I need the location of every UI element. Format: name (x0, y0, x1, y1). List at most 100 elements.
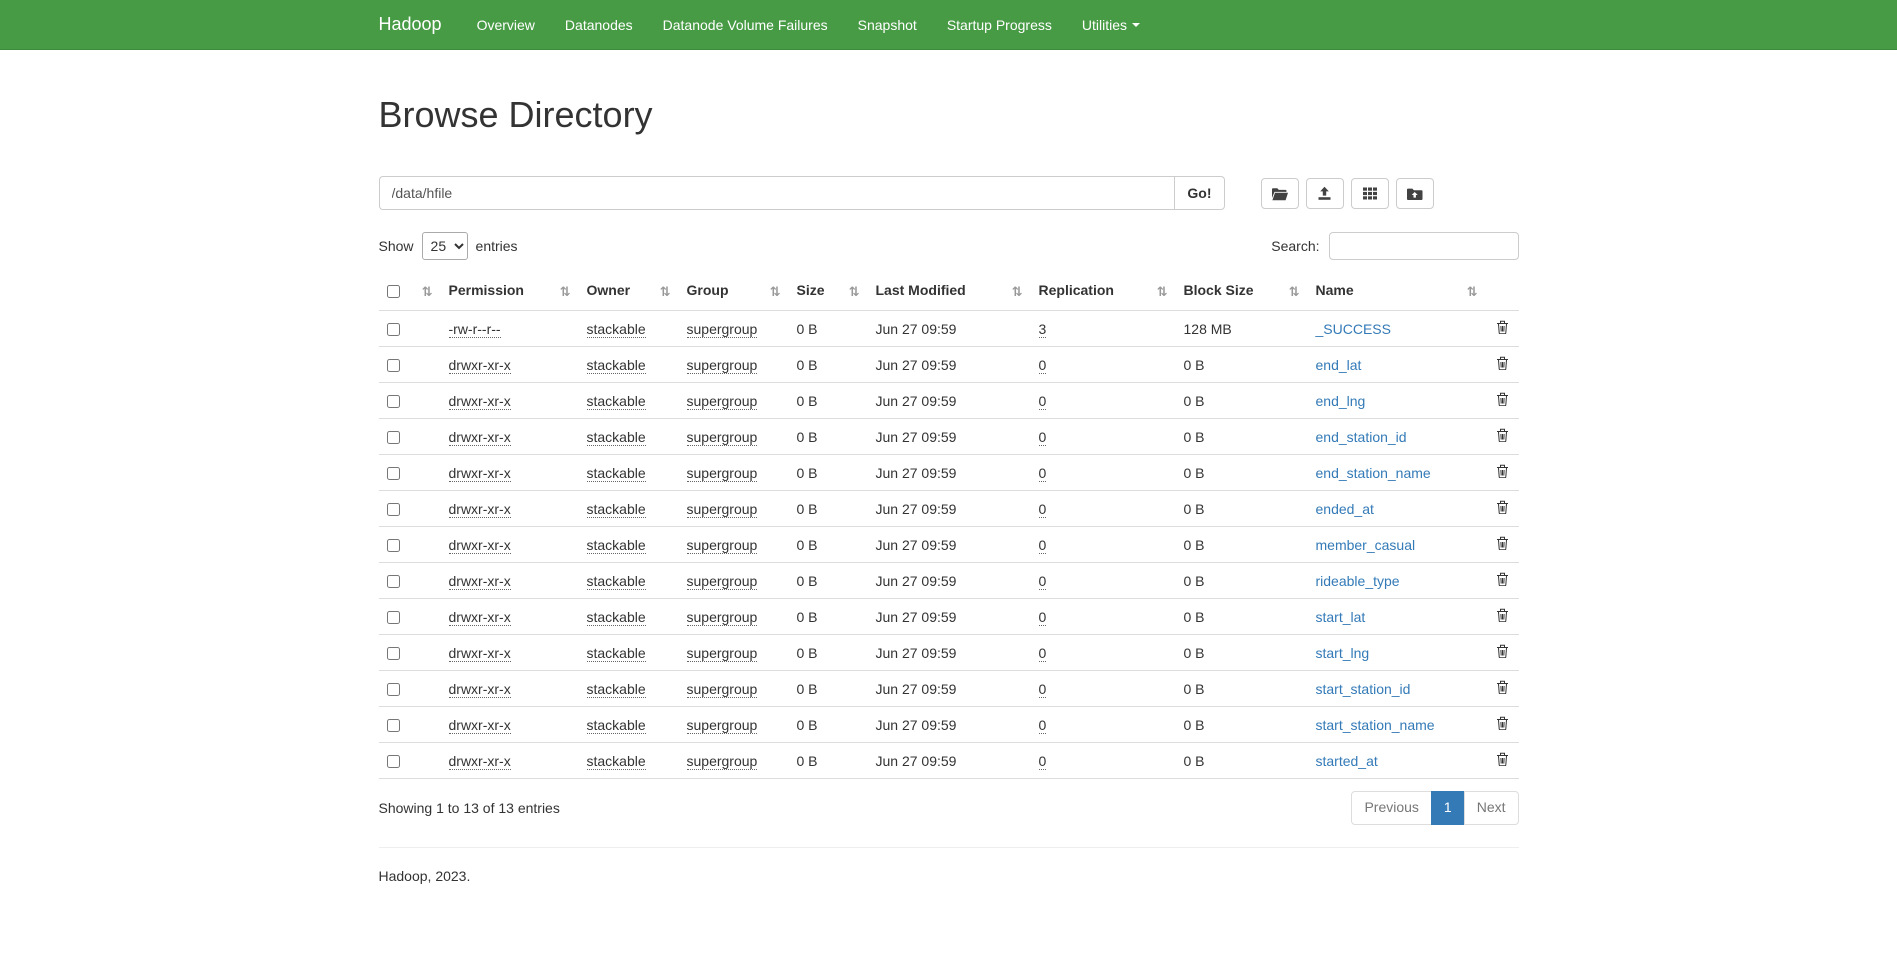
permission-value[interactable]: drwxr-xr-x (449, 501, 511, 518)
column-header-last-modified[interactable]: Last Modified (868, 274, 1031, 311)
owner-value[interactable]: stackable (587, 717, 646, 734)
delete-button[interactable] (1496, 752, 1509, 766)
row-checkbox[interactable] (387, 683, 400, 696)
replication-value[interactable]: 0 (1039, 573, 1047, 590)
permission-value[interactable]: drwxr-xr-x (449, 717, 511, 734)
file-name-link[interactable]: rideable_type (1316, 573, 1400, 589)
replication-value[interactable]: 3 (1039, 321, 1047, 338)
row-checkbox[interactable] (387, 575, 400, 588)
file-name-link[interactable]: _SUCCESS (1316, 321, 1391, 337)
file-name-link[interactable]: end_station_name (1316, 465, 1431, 481)
move-to-folder-button[interactable] (1396, 178, 1434, 209)
file-name-link[interactable]: ended_at (1316, 501, 1374, 517)
delete-button[interactable] (1496, 644, 1509, 658)
nav-datanodes[interactable]: Datanodes (550, 0, 648, 49)
group-value[interactable]: supergroup (687, 645, 758, 662)
group-value[interactable]: supergroup (687, 321, 758, 338)
file-name-link[interactable]: end_station_id (1316, 429, 1407, 445)
row-checkbox[interactable] (387, 539, 400, 552)
group-value[interactable]: supergroup (687, 609, 758, 626)
pagination-next-button[interactable]: Next (1464, 791, 1519, 825)
file-name-link[interactable]: start_lng (1316, 645, 1370, 661)
file-name-link[interactable]: start_station_id (1316, 681, 1411, 697)
replication-value[interactable]: 0 (1039, 501, 1047, 518)
column-header-name[interactable]: Name (1308, 274, 1486, 311)
delete-button[interactable] (1496, 716, 1509, 730)
permission-value[interactable]: drwxr-xr-x (449, 537, 511, 554)
owner-value[interactable]: stackable (587, 501, 646, 518)
file-name-link[interactable]: end_lat (1316, 357, 1362, 373)
nav-startup-progress[interactable]: Startup Progress (932, 0, 1067, 49)
owner-value[interactable]: stackable (587, 609, 646, 626)
row-checkbox[interactable] (387, 503, 400, 516)
group-value[interactable]: supergroup (687, 429, 758, 446)
group-value[interactable]: supergroup (687, 501, 758, 518)
pagination-previous-button[interactable]: Previous (1351, 791, 1431, 825)
owner-value[interactable]: stackable (587, 393, 646, 410)
go-button[interactable]: Go! (1174, 176, 1224, 210)
column-header-replication[interactable]: Replication (1031, 274, 1176, 311)
permission-value[interactable]: drwxr-xr-x (449, 465, 511, 482)
owner-value[interactable]: stackable (587, 681, 646, 698)
permission-value[interactable]: -rw-r--r-- (449, 321, 501, 338)
row-checkbox[interactable] (387, 467, 400, 480)
upload-files-button[interactable] (1306, 178, 1344, 209)
nav-datanode-volume-failures[interactable]: Datanode Volume Failures (648, 0, 843, 49)
replication-value[interactable]: 0 (1039, 645, 1047, 662)
delete-button[interactable] (1496, 428, 1509, 442)
replication-value[interactable]: 0 (1039, 609, 1047, 626)
column-header-size[interactable]: Size (789, 274, 868, 311)
owner-value[interactable]: stackable (587, 465, 646, 482)
group-value[interactable]: supergroup (687, 717, 758, 734)
delete-button[interactable] (1496, 392, 1509, 406)
permission-value[interactable]: drwxr-xr-x (449, 681, 511, 698)
row-checkbox[interactable] (387, 323, 400, 336)
permission-value[interactable]: drwxr-xr-x (449, 609, 511, 626)
row-checkbox[interactable] (387, 431, 400, 444)
create-directory-button[interactable] (1261, 178, 1299, 209)
search-input[interactable] (1329, 232, 1519, 260)
pagination-page-1-button[interactable]: 1 (1431, 791, 1465, 825)
delete-button[interactable] (1496, 464, 1509, 478)
replication-value[interactable]: 0 (1039, 717, 1047, 734)
row-checkbox[interactable] (387, 611, 400, 624)
owner-value[interactable]: stackable (587, 573, 646, 590)
file-name-link[interactable]: member_casual (1316, 537, 1416, 553)
owner-value[interactable]: stackable (587, 321, 646, 338)
nav-snapshot[interactable]: Snapshot (843, 0, 932, 49)
delete-button[interactable] (1496, 356, 1509, 370)
brand-hadoop[interactable]: Hadoop (379, 14, 462, 35)
sort-icon[interactable] (422, 282, 433, 302)
group-value[interactable]: supergroup (687, 393, 758, 410)
replication-value[interactable]: 0 (1039, 537, 1047, 554)
column-header-permission[interactable]: Permission (441, 274, 579, 311)
file-name-link[interactable]: end_lng (1316, 393, 1366, 409)
nav-overview[interactable]: Overview (462, 0, 550, 49)
group-value[interactable]: supergroup (687, 681, 758, 698)
row-checkbox[interactable] (387, 395, 400, 408)
column-header-owner[interactable]: Owner (579, 274, 679, 311)
select-all-checkbox[interactable] (387, 285, 400, 298)
row-checkbox[interactable] (387, 755, 400, 768)
group-value[interactable]: supergroup (687, 357, 758, 374)
file-name-link[interactable]: start_lat (1316, 609, 1366, 625)
grid-view-button[interactable] (1351, 178, 1389, 209)
replication-value[interactable]: 0 (1039, 753, 1047, 770)
nav-utilities-dropdown[interactable]: Utilities (1067, 0, 1155, 49)
permission-value[interactable]: drwxr-xr-x (449, 393, 511, 410)
delete-button[interactable] (1496, 608, 1509, 622)
replication-value[interactable]: 0 (1039, 357, 1047, 374)
group-value[interactable]: supergroup (687, 573, 758, 590)
permission-value[interactable]: drwxr-xr-x (449, 573, 511, 590)
directory-path-input[interactable] (379, 176, 1175, 210)
permission-value[interactable]: drwxr-xr-x (449, 429, 511, 446)
replication-value[interactable]: 0 (1039, 681, 1047, 698)
delete-button[interactable] (1496, 320, 1509, 334)
owner-value[interactable]: stackable (587, 429, 646, 446)
group-value[interactable]: supergroup (687, 465, 758, 482)
owner-value[interactable]: stackable (587, 645, 646, 662)
permission-value[interactable]: drwxr-xr-x (449, 357, 511, 374)
replication-value[interactable]: 0 (1039, 465, 1047, 482)
permission-value[interactable]: drwxr-xr-x (449, 753, 511, 770)
delete-button[interactable] (1496, 500, 1509, 514)
